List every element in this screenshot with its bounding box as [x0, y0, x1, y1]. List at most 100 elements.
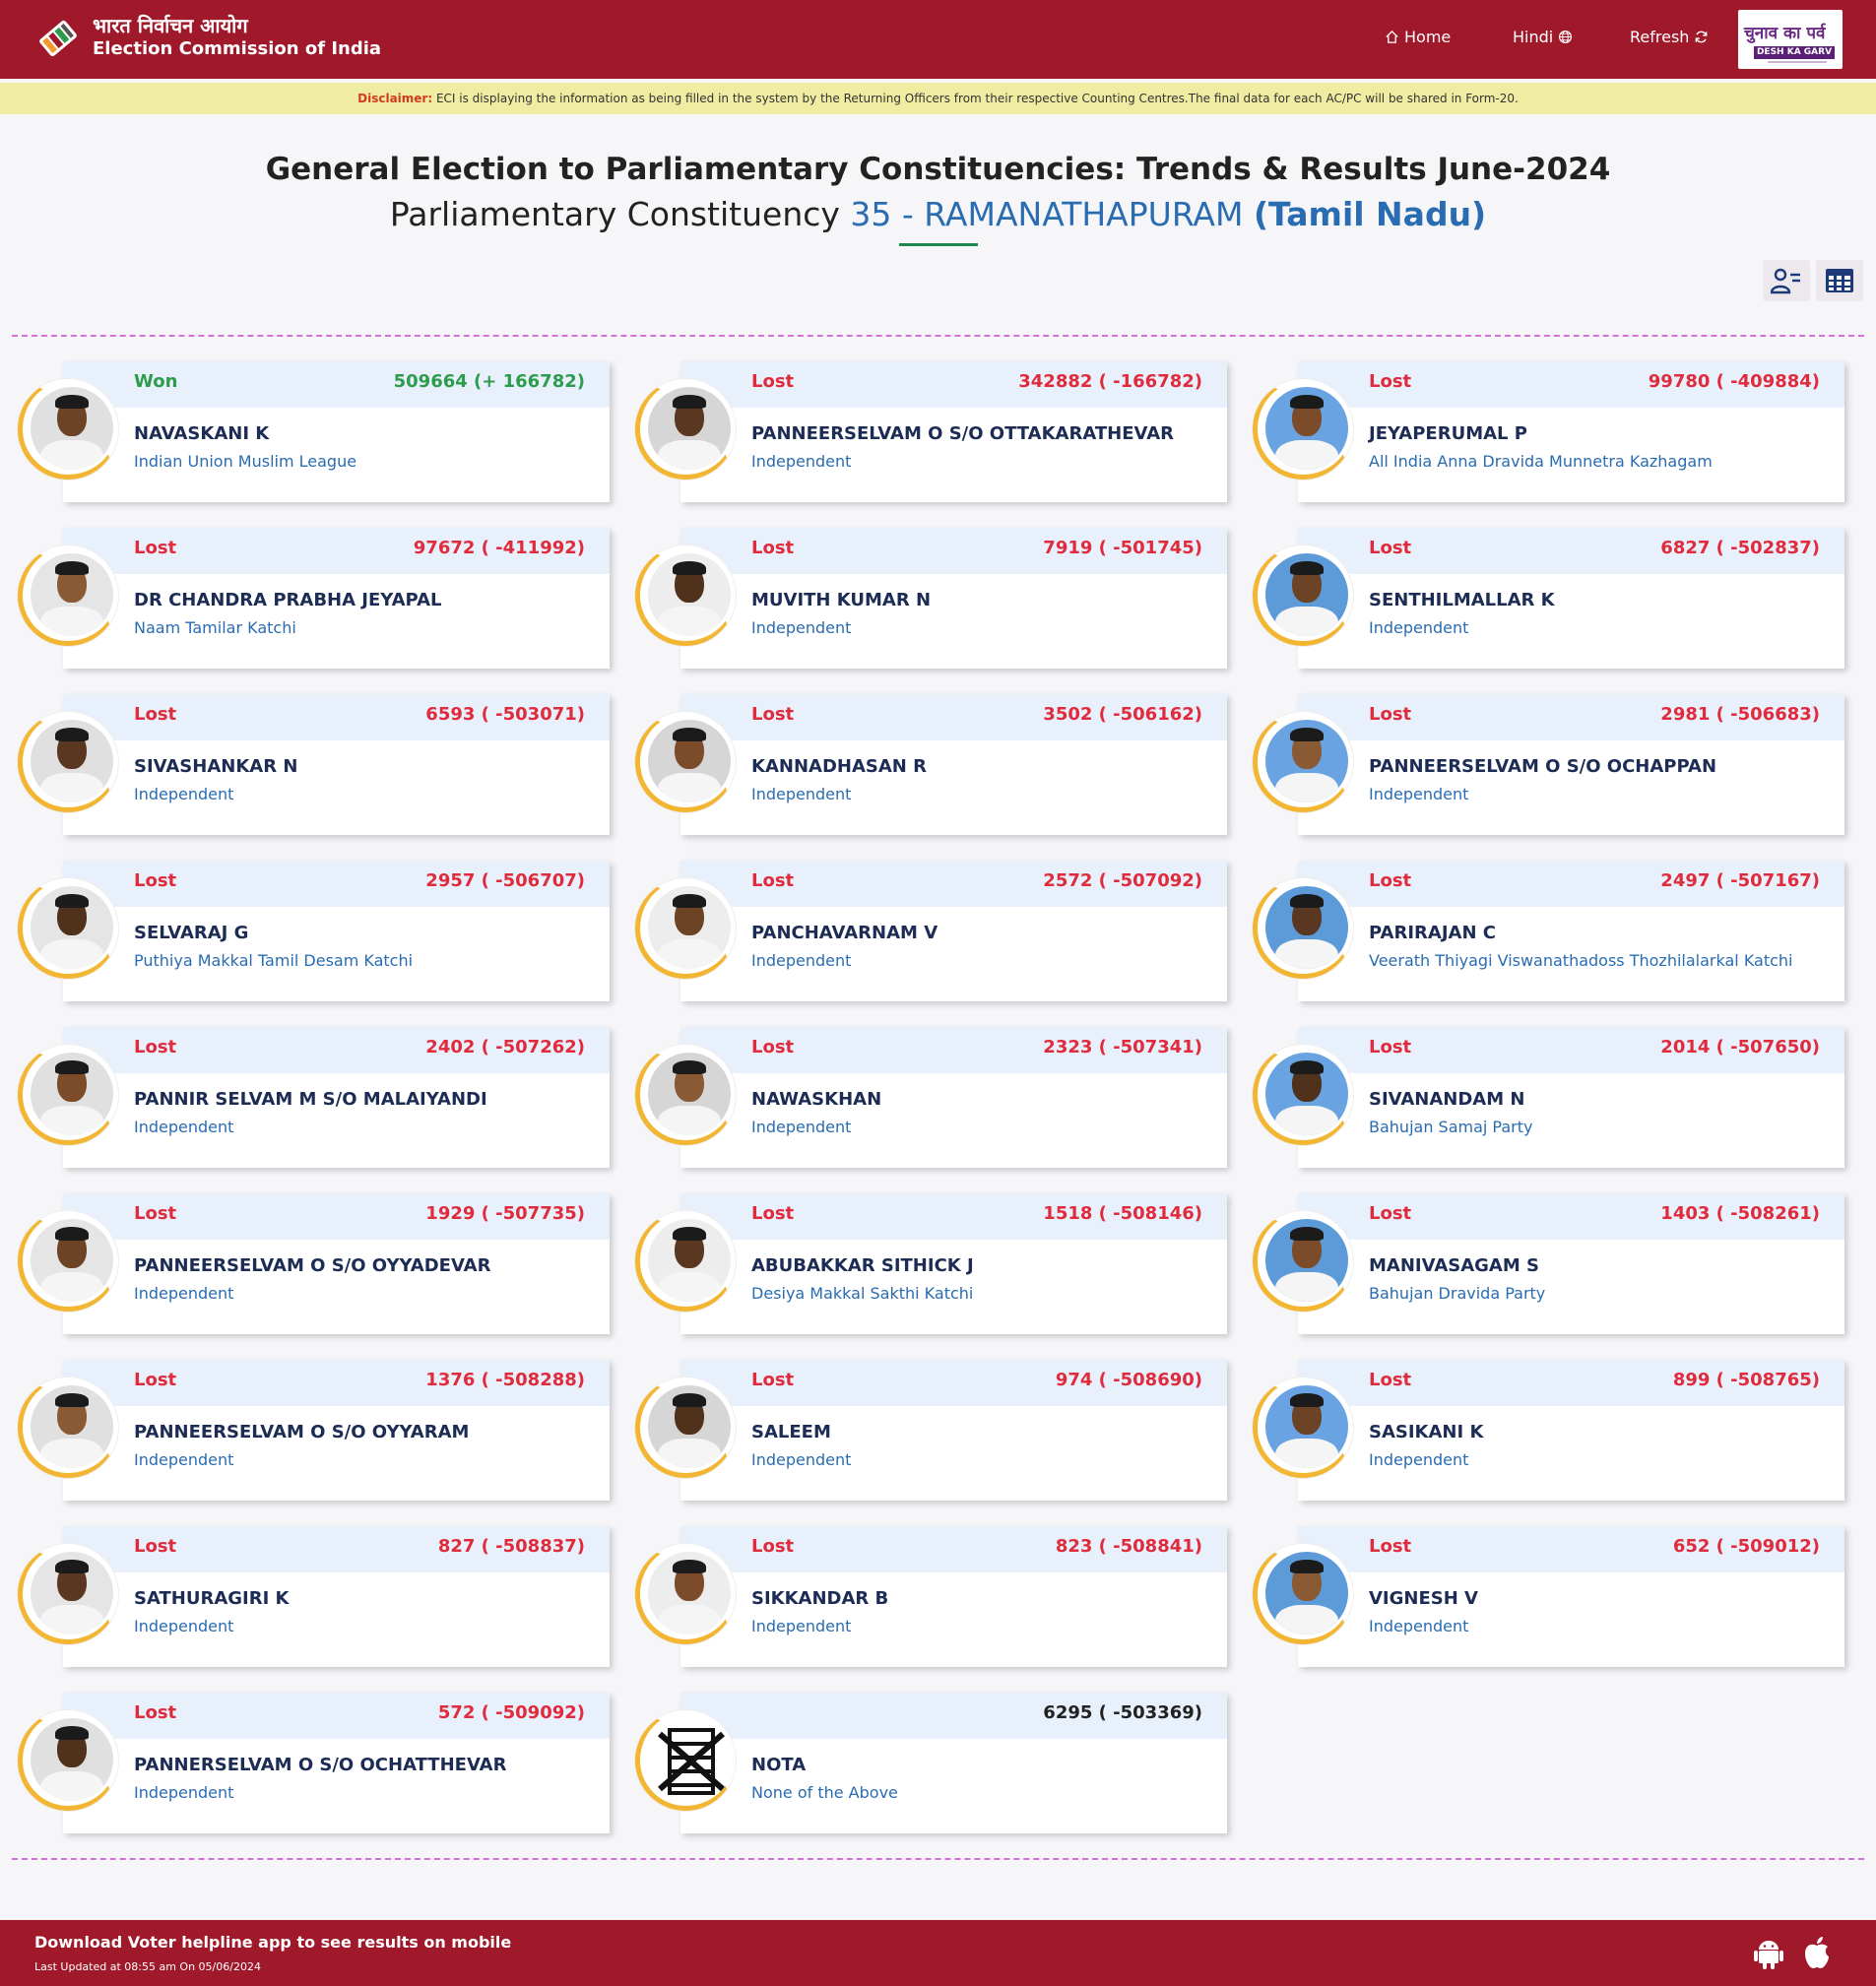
candidate-name: SIKKANDAR B	[751, 1588, 889, 1609]
photo-hair	[55, 561, 89, 575]
party-name: All India Anna Dravida Munnetra Kazhagam	[1369, 452, 1713, 471]
candidate-card-panchavarnam-v[interactable]: Lost 2572 ( -507092) PANCHAVARNAM V Indepen…	[680, 861, 1227, 1001]
state-name: (Tamil Nadu)	[1253, 195, 1487, 233]
photo-background	[1265, 1053, 1348, 1135]
candidate-card-sathuragiri-k[interactable]: Lost 827 ( -508837) SATHURAGIRI K Independe…	[63, 1526, 610, 1667]
candidate-name: SENTHILMALLAR K	[1369, 590, 1555, 610]
candidate-card-senthilmallar-k[interactable]: Lost 6827 ( -502837) SENTHILMALLAR K Indepe…	[1298, 528, 1844, 669]
disclaimer-label: Disclaimer:	[357, 92, 433, 105]
android-icon[interactable]	[1754, 1938, 1783, 1969]
result-status: Lost	[134, 538, 177, 558]
candidate-photo	[18, 1710, 118, 1811]
candidate-card-sasikani-k[interactable]: Lost 899 ( -508765) SASIKANI K Independent	[1298, 1360, 1844, 1501]
candidate-card-muvith-kumar-n[interactable]: Lost 7919 ( -501745) MUVITH KUMAR N Indepen…	[680, 528, 1227, 669]
candidate-card-sivanandam-n[interactable]: Lost 2014 ( -507650) SIVANANDAM N Bahujan S…	[1298, 1027, 1844, 1168]
result-status: Lost	[1369, 1203, 1412, 1224]
candidate-photo	[1253, 379, 1353, 480]
photo-shirt	[658, 1439, 721, 1468]
photo-shirt	[40, 1605, 103, 1634]
vote-count: 342882 ( -166782)	[1018, 371, 1202, 392]
result-status: Lost	[1369, 870, 1412, 891]
candidate-card-manivasagam-s[interactable]: Lost 1403 ( -508261) MANIVASAGAM S Bahujan …	[1298, 1193, 1844, 1334]
eci-logo-icon[interactable]	[33, 14, 83, 63]
apple-icon[interactable]	[1802, 1936, 1832, 1969]
result-status: Lost	[751, 538, 795, 558]
candidate-photo	[635, 1045, 736, 1145]
photo-background	[1265, 720, 1348, 802]
candidate-card-panneerselvam-o-s-o-oyyadevar[interactable]: Lost 1929 ( -507735) PANNEERSELVAM O S/O O…	[63, 1193, 610, 1334]
photo-shirt	[40, 773, 103, 802]
photo-hair	[1290, 1393, 1324, 1407]
candidate-name: KANNADHASAN R	[751, 756, 927, 777]
candidate-card-panneerselvam-o-s-o-oyyaram[interactable]: Lost 1376 ( -508288) PANNEERSELVAM O S/O O…	[63, 1360, 610, 1501]
candidate-card-parirajan-c[interactable]: Lost 2497 ( -507167) PARIRAJAN C Veerath Th…	[1298, 861, 1844, 1001]
vote-count: 6593 ( -503071)	[425, 704, 585, 725]
candidate-card-jeyaperumal-p[interactable]: Lost 99780 ( -409884) JEYAPERUMAL P All Ind…	[1298, 361, 1844, 502]
party-name: Independent	[134, 1284, 234, 1303]
candidate-card-navaskani-k[interactable]: Won 509664 (+ 166782) NAVASKANI K Indian Un…	[63, 361, 610, 502]
photo-shirt	[1275, 440, 1338, 470]
photo-shirt	[658, 773, 721, 802]
photo-hair	[55, 728, 89, 741]
party-name: Independent	[751, 618, 852, 637]
nav-hindi-link[interactable]: Hindi	[1513, 28, 1573, 46]
candidate-card-nota[interactable]: 6295 ( -503369) NOTA None of the Above	[680, 1693, 1227, 1833]
candidate-name: SELVARAJ G	[134, 923, 249, 943]
photo-background	[648, 1552, 731, 1634]
party-name: Independent	[751, 1118, 852, 1136]
result-status: Lost	[1369, 371, 1412, 392]
candidate-name: NAWASKHAN	[751, 1089, 882, 1110]
page-title: General Election to Parliamentary Consti…	[265, 152, 1611, 187]
candidate-card-panneerselvam-o-s-o-ochappan[interactable]: Lost 2981 ( -506683) PANNEERSELVAM O S/O O…	[1298, 694, 1844, 835]
desh-ka-garv-logo[interactable]: चुनाव का पर्व DESH KA GARV	[1738, 10, 1843, 69]
candidate-card-saleem[interactable]: Lost 974 ( -508690) SALEEM Independent	[680, 1360, 1227, 1501]
candidate-card-sikkandar-b[interactable]: Lost 823 ( -508841) SIKKANDAR B Independent	[680, 1526, 1227, 1667]
result-status: Lost	[134, 870, 177, 891]
photo-hair	[673, 1227, 706, 1241]
brand[interactable]: भारत निर्वाचन आयोग Election Commission o…	[93, 14, 381, 61]
vote-count: 974 ( -508690)	[1055, 1370, 1202, 1390]
constituency-title: Parliamentary Constituency 35 - RAMANATH…	[0, 195, 1876, 233]
result-status: Lost	[1369, 1536, 1412, 1557]
disclaimer-text: ECI is displaying the information as bei…	[435, 92, 1519, 105]
candidate-card-nawaskhan[interactable]: Lost 2323 ( -507341) NAWASKHAN Independent	[680, 1027, 1227, 1168]
result-status: Lost	[134, 1370, 177, 1390]
refresh-icon	[1696, 31, 1708, 43]
candidate-card-sivashankar-n[interactable]: Lost 6593 ( -503071) SIVASHANKAR N Independ…	[63, 694, 610, 835]
candidate-card-panneerselvam-o-s-o-ottakarathevar[interactable]: Lost 342882 ( -166782) PANNEERSELVAM O S/O…	[680, 361, 1227, 502]
candidate-card-pannerselvam-o-s-o-ochatthevar[interactable]: Lost 572 ( -509092) PANNERSELVAM O S/O OCH…	[63, 1693, 610, 1833]
photo-background	[1265, 1385, 1348, 1468]
photo-background	[31, 1385, 113, 1468]
candidate-card-selvaraj-g[interactable]: Lost 2957 ( -506707) SELVARAJ G Puthiya Mak…	[63, 861, 610, 1001]
candidate-name: MANIVASAGAM S	[1369, 1255, 1539, 1276]
vote-count: 572 ( -509092)	[437, 1702, 585, 1723]
title-underline	[899, 243, 978, 246]
list-view-button[interactable]	[1763, 260, 1810, 301]
photo-background	[648, 553, 731, 636]
candidate-card-kannadhasan-r[interactable]: Lost 3502 ( -506162) KANNADHASAN R Independ…	[680, 694, 1227, 835]
candidate-name: SIVANANDAM N	[1369, 1089, 1525, 1110]
candidate-card-dr-chandra-prabha-jeyapal[interactable]: Lost 97672 ( -411992) DR CHANDRA PRABHA JE…	[63, 528, 610, 669]
photo-shirt	[1275, 1272, 1338, 1302]
vote-count: 1376 ( -508288)	[425, 1370, 585, 1390]
nav-home-link[interactable]: Home	[1385, 28, 1451, 46]
candidate-card-abubakkar-sithick-j[interactable]: Lost 1518 ( -508146) ABUBAKKAR SITHICK J De…	[680, 1193, 1227, 1334]
party-name: Independent	[1369, 1617, 1469, 1635]
result-status: Lost	[751, 371, 795, 392]
photo-hair	[55, 1060, 89, 1074]
photo-shirt	[40, 1106, 103, 1135]
party-name: Independent	[751, 1617, 852, 1635]
candidate-name: ABUBAKKAR SITHICK J	[751, 1255, 974, 1276]
candidate-photo	[18, 1544, 118, 1644]
subtitle-prefix: Parliamentary Constituency	[389, 195, 840, 233]
candidate-card-vignesh-v[interactable]: Lost 652 ( -509012) VIGNESH V Independent	[1298, 1526, 1844, 1667]
candidate-photo	[635, 545, 736, 646]
result-status: Lost	[134, 1037, 177, 1057]
globe-icon	[1559, 30, 1573, 44]
photo-background	[31, 1219, 113, 1302]
vote-count: 97672 ( -411992)	[413, 538, 585, 558]
photo-hair	[1290, 894, 1324, 908]
nav-refresh-link[interactable]: Refresh	[1630, 28, 1709, 46]
grid-view-button[interactable]	[1816, 260, 1863, 301]
candidate-card-pannir-selvam-m-s-o-malaiyandi[interactable]: Lost 2402 ( -507262) PANNIR SELVAM M S/O M…	[63, 1027, 610, 1168]
